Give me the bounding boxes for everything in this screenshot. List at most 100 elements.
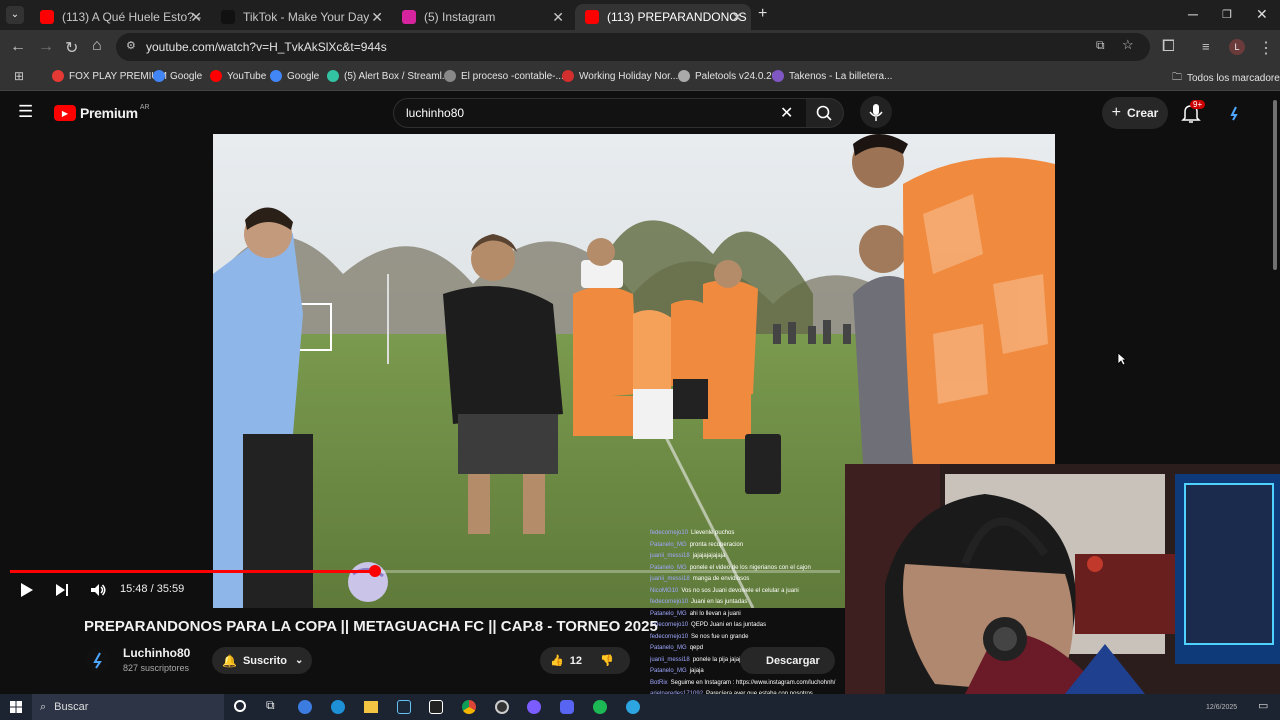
bookmark-item[interactable]: Google bbox=[153, 70, 202, 82]
bookmark-item[interactable]: FOX PLAY PREMIUM bbox=[52, 70, 167, 82]
chat-text: Llevenle puchos bbox=[691, 530, 735, 536]
chrome-icon[interactable] bbox=[462, 700, 476, 714]
minimize-button[interactable]: ─ bbox=[1188, 6, 1198, 22]
search-icon bbox=[816, 105, 832, 121]
channel-avatar[interactable] bbox=[86, 648, 110, 672]
app-icon[interactable] bbox=[527, 700, 541, 714]
obs-icon[interactable] bbox=[495, 700, 509, 714]
search-input[interactable]: luchinho80 bbox=[406, 106, 464, 120]
search-box[interactable]: luchinho80 ✕ bbox=[393, 98, 807, 128]
taskbar-search[interactable]: ⌕ Buscar bbox=[32, 694, 224, 720]
youtube-logo[interactable]: ▶ Premium AR bbox=[54, 104, 150, 121]
capcut-icon[interactable] bbox=[429, 700, 443, 714]
browser-tab[interactable]: (113) PREPARANDONOS PARA LA✕ bbox=[575, 4, 751, 30]
bookmark-item[interactable]: YouTube bbox=[210, 70, 266, 82]
play-icon[interactable] bbox=[18, 582, 34, 598]
bookmark-star-icon[interactable]: ☆ bbox=[1122, 37, 1134, 53]
extensions-icon[interactable]: ⧠ bbox=[1162, 38, 1175, 56]
chat-text: Juani en las juntadas bbox=[691, 599, 748, 605]
reload-icon[interactable]: ↻ bbox=[65, 38, 78, 58]
plus-icon: + bbox=[1111, 104, 1121, 121]
create-button[interactable]: + Crear bbox=[1102, 97, 1168, 129]
guide-menu-icon[interactable]: ☰ bbox=[18, 102, 33, 122]
discord-icon[interactable] bbox=[560, 700, 574, 714]
profile-avatar[interactable]: L bbox=[1229, 39, 1245, 55]
progress-scrubber[interactable] bbox=[369, 565, 382, 577]
bookmark-item[interactable]: El proceso -contable-... bbox=[444, 70, 564, 82]
channel-name[interactable]: Luchinho80 bbox=[123, 646, 190, 660]
like-count: 12 bbox=[569, 654, 582, 667]
chat-username: juanii_messi18 bbox=[650, 576, 690, 582]
bookmark-item[interactable]: (5) Alert Box / Streaml... bbox=[327, 70, 450, 82]
bookmark-item[interactable]: Google bbox=[270, 70, 319, 82]
chat-message: juanii_messi18 jajajajajajaja bbox=[650, 551, 845, 563]
media-control-icon[interactable]: ≡ bbox=[1202, 39, 1210, 54]
search-icon: ⌕ bbox=[40, 700, 47, 713]
telegram-icon[interactable] bbox=[626, 700, 640, 714]
page-scrollbar[interactable] bbox=[1270, 96, 1278, 270]
close-tab-icon[interactable]: ✕ bbox=[371, 9, 383, 26]
chat-message: fedecornejo10 Llevenle puchos bbox=[650, 528, 845, 540]
tab-favicon-icon bbox=[402, 10, 416, 24]
voice-search-button[interactable] bbox=[860, 96, 892, 128]
search-button[interactable] bbox=[806, 98, 844, 128]
bookmark-item[interactable]: Takenos - La billetera... bbox=[772, 70, 892, 82]
browser-toolbar: ← → ↻ ⌂ ⚙ youtube.com/watch?v=H_TvkAkSlX… bbox=[0, 30, 1280, 64]
forward-icon[interactable]: → bbox=[38, 38, 54, 56]
back-icon[interactable]: ← bbox=[10, 38, 26, 56]
windows-taskbar: ⌕ Buscar ⧉ 12/6/2025 ▭ bbox=[0, 694, 1280, 720]
subscribed-button[interactable]: 🔔 Suscrito ⌄ bbox=[212, 647, 312, 674]
close-tab-icon[interactable]: ✕ bbox=[731, 9, 743, 26]
download-button[interactable]: Descargar bbox=[740, 647, 835, 674]
close-tab-icon[interactable]: ✕ bbox=[552, 9, 564, 26]
file-explorer-icon[interactable] bbox=[364, 701, 378, 713]
tab-search-button[interactable]: ⌄ bbox=[6, 6, 24, 24]
close-tab-icon[interactable]: ✕ bbox=[190, 9, 202, 26]
browser-tab[interactable]: (5) Instagram ✕ bbox=[392, 4, 572, 30]
home-icon[interactable]: ⌂ bbox=[92, 37, 102, 55]
task-view-icon[interactable]: ⧉ bbox=[266, 698, 275, 713]
folder-icon: 🗀 bbox=[1172, 72, 1182, 83]
restore-button[interactable]: ❐ bbox=[1222, 8, 1232, 21]
copilot-icon[interactable] bbox=[298, 700, 312, 714]
bookmark-favicon-icon bbox=[270, 70, 282, 82]
chat-username: juanii_messi18 bbox=[650, 553, 690, 559]
browser-tab-strip: ⌄ (113) A Qué Huele Esto? - YouTub✕TikTo… bbox=[0, 0, 1280, 30]
all-bookmarks-folder[interactable]: 🗀 Todos los marcadores bbox=[1172, 70, 1280, 87]
browser-tab[interactable]: (113) A Qué Huele Esto? - YouTub✕ bbox=[30, 4, 210, 30]
address-bar[interactable]: ⚙ youtube.com/watch?v=H_TvkAkSlXc&t=944s… bbox=[116, 33, 1150, 61]
url-text[interactable]: youtube.com/watch?v=H_TvkAkSlXc&t=944s bbox=[146, 40, 387, 54]
bookmark-item[interactable]: Paletools v24.0.29 bbox=[678, 70, 777, 82]
account-avatar[interactable] bbox=[1224, 103, 1244, 123]
site-info-icon[interactable]: ⚙ bbox=[126, 39, 136, 52]
chat-text: Vos no sos Juani devolvele el celular a … bbox=[681, 587, 799, 594]
new-tab-button[interactable]: + bbox=[758, 5, 767, 23]
bookmark-label: Google bbox=[287, 70, 320, 82]
tab-favicon-icon bbox=[40, 10, 54, 24]
taskbar-date: 12/6/2025 bbox=[1206, 704, 1238, 711]
chat-username: Patanelo_MG bbox=[650, 610, 687, 617]
bookmark-label: (5) Alert Box / Streaml... bbox=[344, 70, 451, 82]
scrollbar-thumb[interactable] bbox=[1273, 100, 1277, 270]
chat-username: NicoMG10 bbox=[650, 587, 679, 594]
steam-icon[interactable] bbox=[397, 700, 411, 714]
dislike-icon[interactable]: 👎 bbox=[600, 654, 614, 667]
install-app-icon[interactable]: ⧉ bbox=[1096, 38, 1105, 53]
like-icon[interactable]: 👍 bbox=[550, 654, 564, 667]
clear-search-icon[interactable]: ✕ bbox=[780, 103, 793, 123]
notifications-button[interactable]: 9+ bbox=[1180, 100, 1206, 129]
download-label: Descargar bbox=[766, 654, 820, 667]
windows-start-icon[interactable] bbox=[10, 701, 22, 713]
next-video-icon[interactable] bbox=[54, 582, 70, 598]
volume-icon[interactable] bbox=[89, 581, 107, 599]
browser-tab[interactable]: TikTok - Make Your Day ✕ bbox=[211, 4, 391, 30]
close-window-button[interactable]: ✕ bbox=[1256, 6, 1268, 23]
chat-text: jajajajajajaja bbox=[692, 553, 726, 559]
bookmark-item[interactable]: Working Holiday Nor... bbox=[562, 70, 678, 82]
notification-center-icon[interactable]: ▭ bbox=[1258, 699, 1268, 712]
browser-menu-icon[interactable]: ⋮ bbox=[1258, 38, 1274, 58]
cortana-icon[interactable] bbox=[234, 700, 246, 712]
spotify-icon[interactable] bbox=[593, 700, 607, 714]
apps-grid-icon[interactable]: ⊞ bbox=[14, 69, 24, 83]
edge-icon[interactable] bbox=[331, 700, 345, 714]
